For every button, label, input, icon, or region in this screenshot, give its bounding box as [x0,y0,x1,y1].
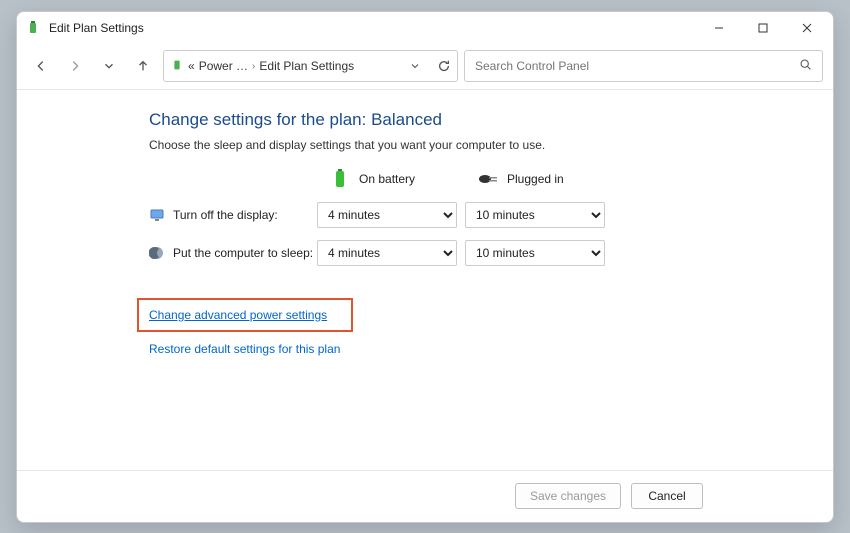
column-on-battery-label: On battery [359,172,415,186]
sleep-battery-select[interactable]: 4 minutes [317,240,457,266]
address-dropdown[interactable] [409,60,421,72]
cancel-button[interactable]: Cancel [631,483,703,509]
sleep-plugged-select[interactable]: 10 minutes [465,240,605,266]
column-on-battery: On battery [317,168,465,190]
row-sleep-label: Put the computer to sleep: [173,246,313,260]
column-plugged-in-label: Plugged in [507,172,564,186]
breadcrumb-item-edit-plan[interactable]: Edit Plan Settings [259,59,354,73]
back-button[interactable] [27,52,55,80]
forward-button[interactable] [61,52,89,80]
page-heading: Change settings for the plan: Balanced [149,110,817,130]
power-icon [170,58,184,75]
address-bar[interactable]: « Power … › Edit Plan Settings [163,50,458,82]
settings-grid: On battery Plugged in Turn off the displ… [149,168,817,266]
row-sleep: Put the computer to sleep: [149,245,317,261]
window-title: Edit Plan Settings [49,21,697,35]
breadcrumb-ellipsis: « [188,59,195,73]
plug-icon [477,168,499,190]
column-plugged-in: Plugged in [465,168,613,190]
window: Edit Plan Settings « Power … [16,11,834,523]
display-plugged-select[interactable]: 10 minutes [465,202,605,228]
search-box[interactable] [464,50,823,82]
row-display: Turn off the display: [149,207,317,223]
minimize-button[interactable] [697,14,741,42]
up-button[interactable] [129,52,157,80]
maximize-button[interactable] [741,14,785,42]
recent-dropdown[interactable] [95,52,123,80]
save-changes-button[interactable]: Save changes [515,483,621,509]
titlebar: Edit Plan Settings [17,12,833,44]
highlight-advanced-link: Change advanced power settings [137,298,353,332]
breadcrumb-item-power[interactable]: Power … [199,59,248,73]
refresh-button[interactable] [437,59,451,73]
search-input[interactable] [475,59,799,73]
display-battery-select[interactable]: 4 minutes [317,202,457,228]
page-subtext: Choose the sleep and display settings th… [149,138,817,152]
row-display-label: Turn off the display: [173,208,278,222]
app-icon [25,20,41,36]
close-button[interactable] [785,14,829,42]
chevron-right-icon: › [252,61,255,72]
footer: Save changes Cancel [17,470,833,522]
search-icon[interactable] [799,58,812,74]
toolbar: « Power … › Edit Plan Settings [17,44,833,90]
link-restore-defaults[interactable]: Restore default settings for this plan [149,342,340,356]
display-icon [149,207,165,223]
links-section: Change advanced power settings Restore d… [149,298,817,356]
battery-icon [329,168,351,190]
sleep-icon [149,245,165,261]
content: Change settings for the plan: Balanced C… [17,90,833,470]
link-advanced-power-settings[interactable]: Change advanced power settings [149,308,327,322]
